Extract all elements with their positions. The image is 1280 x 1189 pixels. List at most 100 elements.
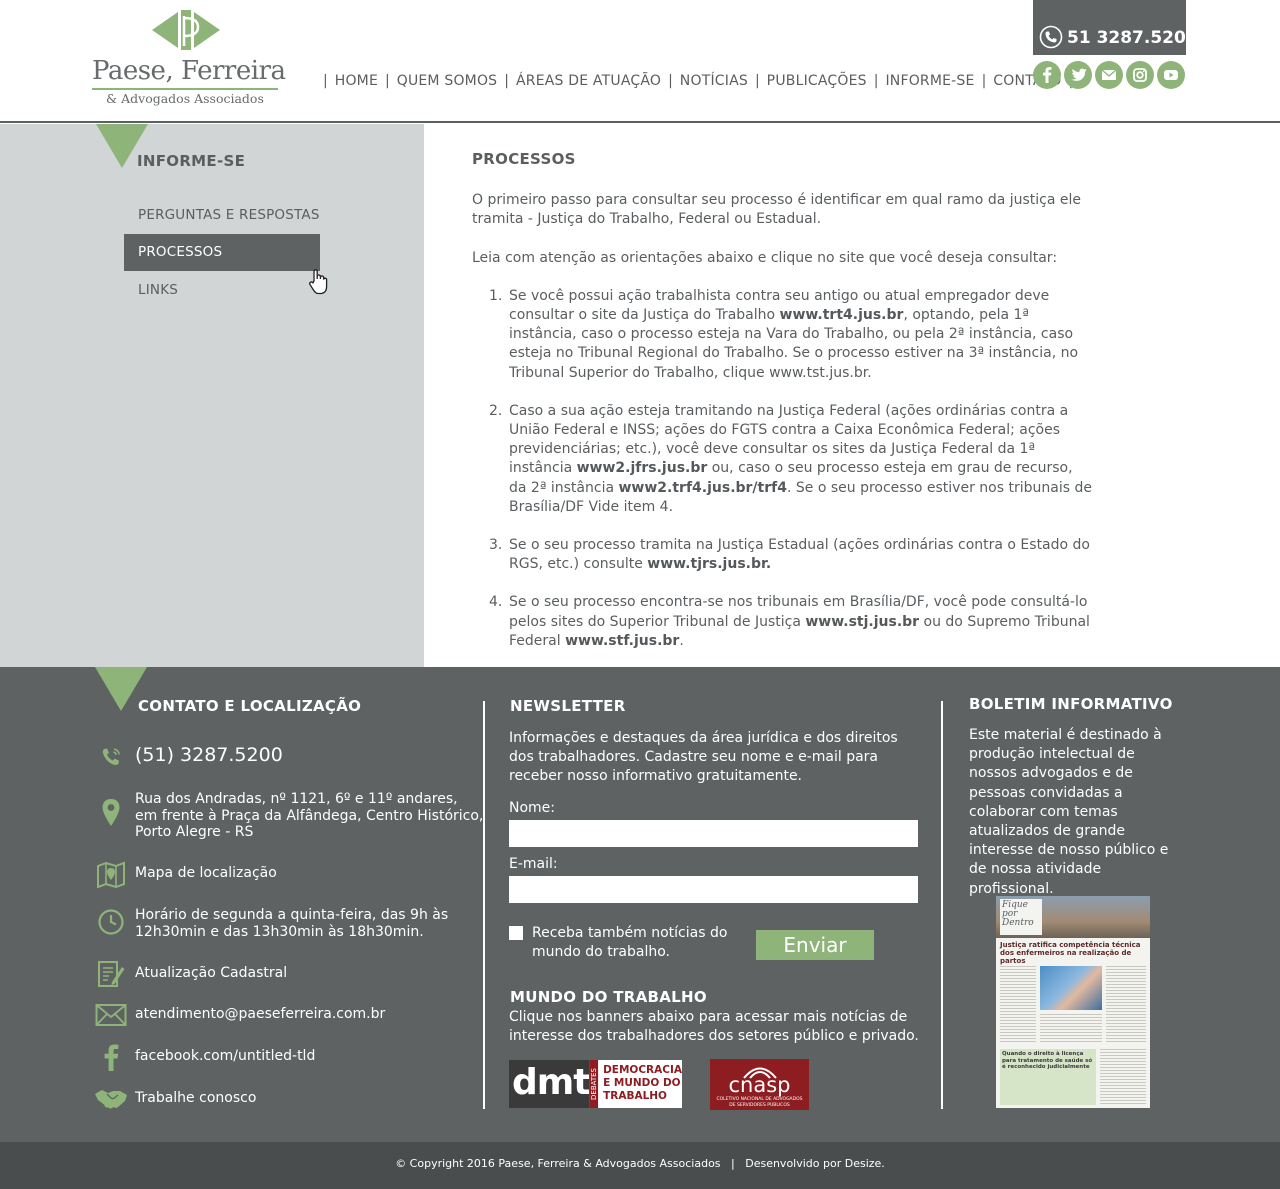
contact-hours-row: Horário de segunda a quinta-feira, das 9… <box>94 907 448 940</box>
hours-line: Horário de segunda a quinta-feira, das 9… <box>135 907 449 923</box>
link-jfrs[interactable]: www2.jfrs.jus.br <box>577 460 708 476</box>
sidebar-item-perguntas-e-respostas[interactable]: PERGUNTAS E RESPOSTAS <box>124 197 320 234</box>
twitter-icon[interactable] <box>1064 61 1092 89</box>
contact-facebook-row[interactable]: facebook.com/untitled-tld <box>94 1042 315 1072</box>
logo-subtitle: & Advogados Associados <box>106 91 264 106</box>
boletim-text: Este material é destinado à produção int… <box>969 727 1169 897</box>
link-trt4[interactable]: www.trt4.jus.br <box>780 307 904 323</box>
newsletter-checkbox-label: Receba também notícias do mundo do traba… <box>532 925 728 961</box>
contact-address-row: Rua dos Andradas, nº 1121, 6º e 11º anda… <box>94 791 483 841</box>
address-line: em frente à Praça da Alfândega, Centro H… <box>135 807 484 824</box>
header-phone-number: 51 3287.5200 <box>1067 28 1198 48</box>
facebook-link: facebook.com/untitled-tld <box>135 1048 316 1064</box>
dmt-line: DEMOCRACIA <box>603 1064 682 1076</box>
map-link: Mapa de localização <box>135 865 277 881</box>
dmt-line: E MUNDO DO <box>603 1077 681 1089</box>
map-icon <box>97 861 125 888</box>
newsletter-checkbox[interactable] <box>509 926 523 940</box>
nav-areas-de-atuacao[interactable]: ÁREAS DE ATUAÇÃO <box>516 73 661 89</box>
nav-quem-somos[interactable]: QUEM SOMOS <box>397 73 498 89</box>
facebook-icon[interactable] <box>1033 61 1061 89</box>
site-header: Paese, Ferreira & Advogados Associados |… <box>0 0 1280 123</box>
site-logo[interactable]: Paese, Ferreira & Advogados Associados <box>92 10 286 110</box>
contact-map-row[interactable]: Mapa de localização <box>94 859 277 889</box>
hours-line: 12h30min e das 13h30min às 18h30min. <box>135 923 424 940</box>
social-links <box>1033 61 1185 89</box>
email-label: E-mail: <box>509 856 558 872</box>
clock-icon <box>98 909 124 935</box>
cover-headline: Justiça ratifica competência técnica dos… <box>1000 941 1141 965</box>
site-footer: CONTATO E LOCALIZAÇÃO (51) 3287.5200 Rua… <box>0 667 1280 1142</box>
address-line: Porto Alegre - RS <box>135 824 254 840</box>
sidebar: INFORME-SE PERGUNTAS E RESPOSTAS PROCESS… <box>0 124 424 667</box>
logo-name: Paese, Ferreira <box>92 56 286 86</box>
contact-email: atendimento@paeseferreira.com.br <box>135 1006 386 1022</box>
youtube-icon[interactable] <box>1157 61 1185 89</box>
footer-divider <box>483 701 485 1109</box>
work-link: Trabalhe conosco <box>135 1090 257 1106</box>
nav-noticias[interactable]: NOTÍCIAS <box>680 73 748 89</box>
sidebar-item-links[interactable]: LINKS <box>124 272 320 309</box>
contact-email-row[interactable]: atendimento@paeseferreira.com.br <box>94 1000 385 1030</box>
link-trf4[interactable]: www2.trf4.jus.br/trf4 <box>618 480 787 496</box>
sidebar-item-processos[interactable]: PROCESSOS <box>124 234 320 271</box>
dmt-banner[interactable]: dmt DEBATES DEMOCRACIA E MUNDO DO TRABAL… <box>509 1060 682 1108</box>
address-line: Rua dos Andradas, nº 1121, 6º e 11º anda… <box>135 791 458 807</box>
instagram-icon[interactable] <box>1126 61 1154 89</box>
newsletter-title: NEWSLETTER <box>510 697 626 715</box>
email-input[interactable] <box>509 876 918 903</box>
link-stj[interactable]: www.stj.jus.br <box>805 614 919 630</box>
header-phone-box[interactable]: 51 3287.5200 <box>1033 0 1198 55</box>
dmt-line: TRABALHO <box>603 1090 667 1102</box>
name-label: Nome: <box>509 800 556 816</box>
list-item: 3. Se o seu processo tramita na Justiça E… <box>489 537 1090 573</box>
hand-cursor-icon <box>309 269 328 295</box>
link-tjrs[interactable]: www.tjrs.jus.br. <box>647 556 771 572</box>
logo-divider <box>92 88 278 90</box>
contact-work-row[interactable]: Trabalhe conosco <box>94 1084 256 1114</box>
sidebar-title: INFORME-SE <box>137 152 246 170</box>
phone-icon <box>1039 25 1063 49</box>
link-stf[interactable]: www.stf.jus.br <box>565 633 679 649</box>
page-title: PROCESSOS <box>472 150 576 168</box>
dmt-logo: dmt <box>509 1060 591 1108</box>
list-item: 1. Se você possui ação trabalhista contra… <box>489 287 1079 381</box>
footer-divider <box>941 701 943 1109</box>
process-instructions-list: 1. Se você possui ação trabalhista contra… <box>472 287 1092 651</box>
nav-publicacoes[interactable]: PUBLICAÇÕES <box>767 73 867 89</box>
boletim-cover-image[interactable]: Fique por Dentro Justiça ratifica compet… <box>996 896 1150 1108</box>
logo-mark-icon <box>152 10 220 50</box>
main-nav: | HOME | QUEM SOMOS | ÁREAS DE ATUAÇÃO |… <box>323 73 1073 89</box>
contact-phone-row[interactable]: (51) 3287.5200 <box>94 742 283 772</box>
handshake-icon <box>95 1090 127 1109</box>
mundo-trabalho-text: Clique nos banners abaixo para acessar m… <box>509 1009 919 1045</box>
contact-title: CONTATO E LOCALIZAÇÃO <box>138 697 362 715</box>
list-item: 4. Se o seu processo encontra-se nos trib… <box>489 594 1090 649</box>
name-input[interactable] <box>509 820 918 847</box>
phone-icon <box>102 748 120 766</box>
facebook-icon <box>104 1044 119 1071</box>
mundo-trabalho-title: MUNDO DO TRABALHO <box>510 988 707 1006</box>
email-icon[interactable] <box>1095 61 1123 89</box>
main-content: PROCESSOS O primeiro passo para consulta… <box>472 150 1092 670</box>
update-link: Atualização Cadastral <box>135 965 288 981</box>
form-edit-icon <box>98 961 125 987</box>
boletim-title: BOLETIM INFORMATIVO <box>969 695 1173 713</box>
submit-button[interactable]: Enviar <box>756 930 874 960</box>
cnasp-banner[interactable]: cnasp COLETIVO NACIONAL DE ADVOGADOS DE … <box>710 1059 809 1110</box>
dmt-side-label: DEBATES <box>589 1060 599 1108</box>
cover-box: Quando o direito à licença para tratamen… <box>1000 1049 1096 1105</box>
cover-masthead: Fique por Dentro <box>1002 900 1034 928</box>
location-pin-icon <box>102 799 120 826</box>
instruction-paragraph: Leia com atenção as orientações abaixo e… <box>472 249 1058 266</box>
copyright-bar: © Copyright 2016 Paese, Ferreira & Advog… <box>0 1142 1280 1189</box>
newsletter-text: Informações e destaques da área jurídica… <box>509 730 898 785</box>
nav-informe-se[interactable]: INFORME-SE <box>885 73 974 89</box>
envelope-icon <box>95 1004 127 1026</box>
cnasp-sub: COLETIVO NACIONAL DE ADVOGADOS DE SERVID… <box>716 1097 803 1108</box>
contact-update-row[interactable]: Atualização Cadastral <box>94 959 287 989</box>
nav-home[interactable]: HOME <box>335 73 378 89</box>
list-item: 2. Caso a sua ação esteja tramitando na J… <box>489 402 1092 515</box>
intro-paragraph: O primeiro passo para consultar seu proc… <box>472 192 1082 228</box>
contact-phone: (51) 3287.5200 <box>135 744 283 766</box>
